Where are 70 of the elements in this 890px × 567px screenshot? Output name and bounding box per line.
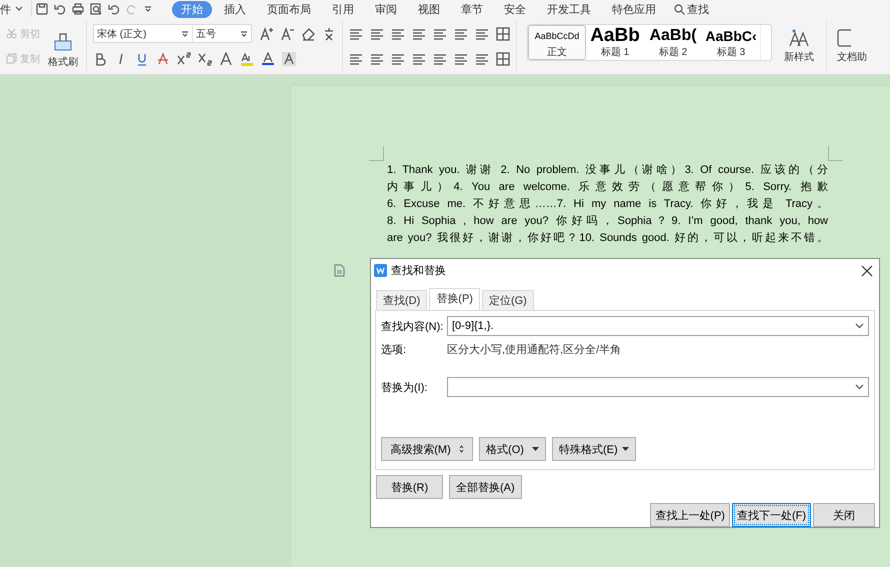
dialog-button[interactable]: 关闭 <box>813 503 875 527</box>
style-preset[interactable]: AaBb 标题 1 <box>586 25 644 60</box>
caret-icon <box>622 447 629 452</box>
text-line: 内事儿）4. You are welcome. 乐意效劳（愿意帮你）5. Sorry. 抱歉 <box>387 180 828 195</box>
superscript-icon[interactable] <box>177 52 191 66</box>
find-field[interactable]: [0-9]{1,}. <box>447 316 869 336</box>
chevron-down-icon[interactable] <box>15 6 23 12</box>
options-text: 区分大小写,使用通配符,区分全/半角 <box>447 342 622 357</box>
font-color-icon[interactable] <box>261 52 275 66</box>
print-preview-icon[interactable] <box>90 3 102 15</box>
search-icon <box>674 4 685 14</box>
printer-icon[interactable] <box>72 3 84 15</box>
document-helper-button[interactable]: 文档助 <box>827 18 867 74</box>
ribbon-tab[interactable]: 引用 <box>323 0 363 18</box>
character-shading-icon[interactable] <box>282 52 296 66</box>
ribbon-tab[interactable]: 审阅 <box>366 0 406 18</box>
strikethrough-icon[interactable] <box>156 52 170 66</box>
dropdown-icon[interactable] <box>144 5 152 13</box>
text-line: 1. Thank you. 谢谢 2. No problem. 没事儿（谢啥）3. Of course. 应该的（分 <box>387 162 828 178</box>
text-line: 8. Hi Sophia , how are you? 你好吗，Sophia？9. I’m good, thank you, how <box>387 214 828 229</box>
ribbon-tab[interactable]: 开发工具 <box>538 0 600 18</box>
eraser-icon[interactable] <box>301 26 315 40</box>
ribbon-tab[interactable]: 页面布局 <box>258 0 320 18</box>
ribbon-tab[interactable]: 插入 <box>215 0 255 18</box>
dialog-button[interactable]: 替换(R) <box>376 475 443 499</box>
undo-icon[interactable] <box>108 3 120 15</box>
undo-icon[interactable] <box>54 3 66 15</box>
text-line: 6. Excuse me. 不好意思……7. Hi my name is Tracy. 你好，我是 Tracy。 <box>387 197 828 212</box>
chevron-down-icon <box>855 323 864 330</box>
field-label: 替换为(I): <box>381 380 428 395</box>
ribbon-tab[interactable]: 特色应用 <box>603 0 665 18</box>
file-menu[interactable]: 件 <box>0 2 11 16</box>
table-icon[interactable] <box>496 26 510 40</box>
updown-icon <box>458 445 464 454</box>
search-button[interactable]: 查找 <box>668 0 715 18</box>
dialog-button[interactable]: 特殊格式(E) <box>552 437 636 462</box>
chevron-down-icon <box>855 384 864 390</box>
caret-icon <box>532 447 539 452</box>
replace-field[interactable] <box>447 377 869 398</box>
style-preset[interactable]: AaBb( 标题 2 <box>644 25 702 60</box>
close-icon[interactable] <box>861 264 873 277</box>
underline-icon[interactable] <box>135 52 149 66</box>
window-title: 查找和替换 <box>391 264 447 278</box>
dialog-tab[interactable]: 替换(P) <box>429 288 480 310</box>
borders-icon[interactable] <box>496 52 510 66</box>
dialog-tab[interactable]: 定位(G) <box>482 290 534 310</box>
options-label: 选项: <box>381 342 408 357</box>
dialog-button[interactable]: 高级搜索(M) <box>381 437 473 462</box>
save-icon[interactable] <box>36 3 48 15</box>
app-logo-icon <box>374 264 387 278</box>
dialog-button[interactable]: 全部替换(A) <box>449 475 522 499</box>
dialog-button[interactable]: 查找下一处(F) <box>732 503 811 527</box>
ribbon-tab[interactable]: 章节 <box>452 0 492 18</box>
dialog-tab[interactable]: 查找(D) <box>376 290 428 310</box>
text-line: are you? 我很好，谢谢，你好吧？10. Sounds good. 好的，可以，听起来不错。 <box>387 231 828 246</box>
text-effect-icon[interactable] <box>219 52 233 66</box>
style-preset[interactable]: AaBbCcDd 正文 <box>528 25 586 60</box>
grow-font-icon[interactable] <box>259 26 273 40</box>
ribbon-tab[interactable]: 安全 <box>495 0 535 18</box>
format-painter-button[interactable]: 格式刷 <box>46 21 80 71</box>
dialog-button[interactable]: 查找上一处(P) <box>650 503 730 527</box>
style-preset[interactable]: AaBbC‹ 标题 3 <box>702 25 760 60</box>
shrink-font-icon[interactable] <box>280 26 294 40</box>
highlight-icon[interactable] <box>240 52 254 66</box>
letters-icon <box>788 28 810 46</box>
field-label: 查找内容(N): <box>381 320 444 334</box>
subscript-icon[interactable] <box>198 52 212 66</box>
dialog-button[interactable]: 格式(O) <box>479 437 546 462</box>
ribbon-tab[interactable]: 视图 <box>409 0 449 18</box>
new-style-button[interactable]: 新样式 <box>772 21 827 71</box>
